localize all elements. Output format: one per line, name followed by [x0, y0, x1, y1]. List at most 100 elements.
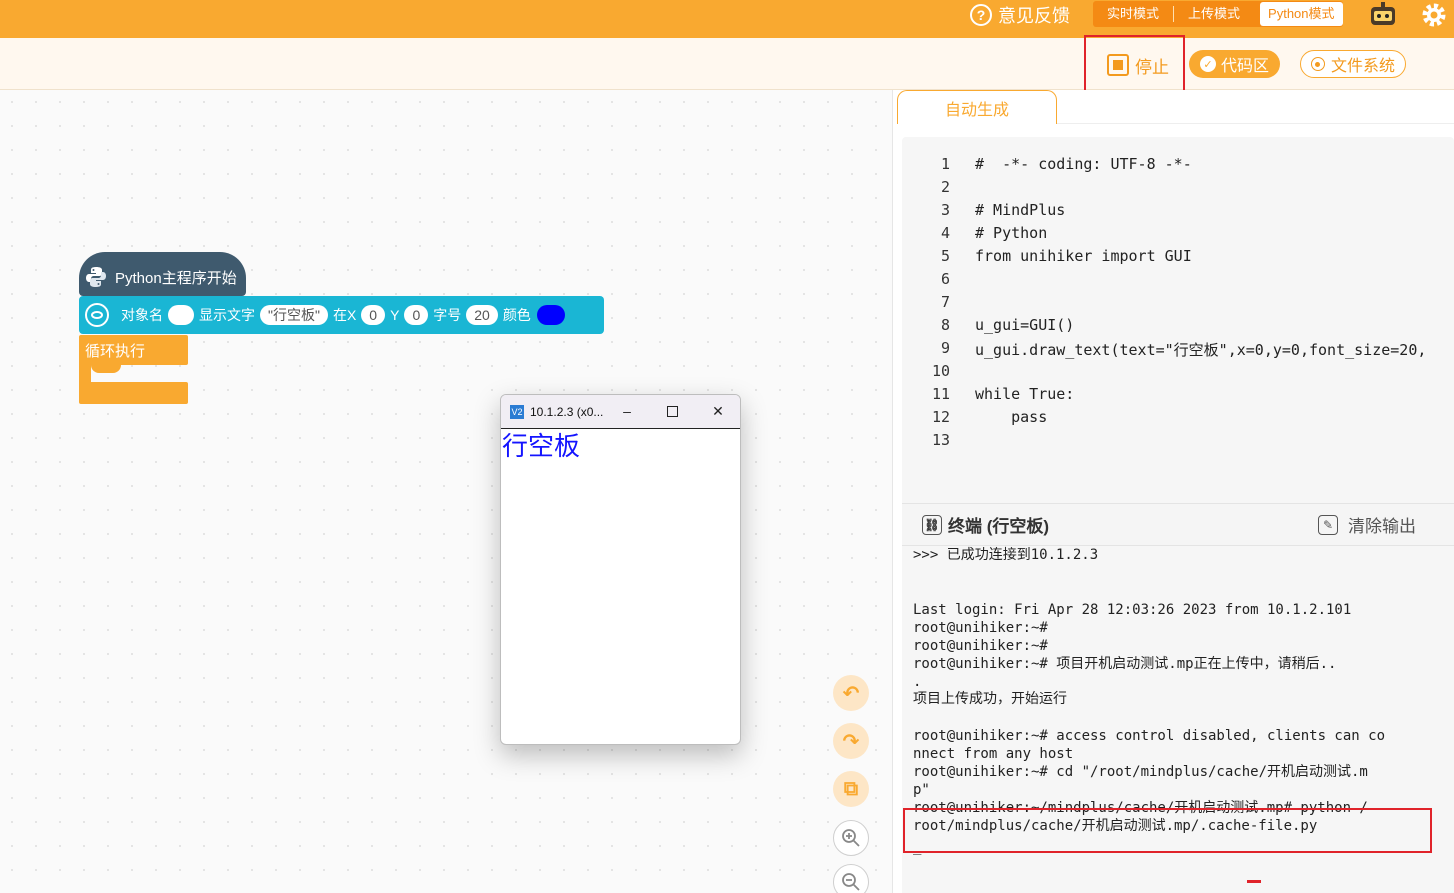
tab-auto-generate[interactable]: 自动生成 — [897, 90, 1057, 124]
y-label: Y — [390, 307, 400, 323]
code-line: # MindPlus — [975, 201, 1066, 219]
maximize-icon[interactable] — [664, 403, 680, 419]
mode-realtime[interactable]: 实时模式 — [1093, 1, 1173, 27]
robot-icon[interactable] — [1369, 1, 1397, 27]
code-line: # -*- coding: UTF-8 -*- — [975, 155, 1192, 173]
terminal-line: root@unihiker:~# 项目开机启动测试.mp正在上传中，请稍后.. — [913, 656, 1337, 672]
right-panel: 自动生成 1 # -*- coding: UTF-8 -*- 2 3 # Min… — [894, 90, 1454, 893]
window-title: 10.1.2.3 (x0... — [530, 404, 604, 419]
python-logo-icon — [86, 267, 106, 287]
close-icon[interactable]: ✕ — [710, 403, 726, 419]
zoom-out-button[interactable] — [833, 864, 869, 893]
terminal-line: Last login: Fri Apr 28 12:03:26 2023 fro… — [913, 602, 1352, 618]
window-content-text: 行空板 — [502, 431, 581, 461]
check-icon: ✓ — [1199, 56, 1216, 72]
line-number: 3 — [940, 201, 950, 219]
terminal-line: nnect from any host — [913, 746, 1074, 762]
line-number: 5 — [940, 247, 950, 265]
code-area-label: 代码区 — [1220, 58, 1269, 75]
python-main-hat-block[interactable]: Python主程序开始 — [79, 252, 246, 296]
loop-block-side — [79, 365, 91, 383]
terminal-line: . — [913, 674, 922, 690]
text-value-input[interactable]: "行空板" — [260, 305, 328, 325]
redo-button[interactable]: ↷ — [833, 723, 869, 759]
line-number: 7 — [940, 293, 950, 311]
terminal-header: ⛓ 终端 (行空板) ✎ 清除输出 — [902, 503, 1454, 546]
zoom-in-button[interactable] — [833, 820, 869, 856]
loop-block-bottom — [79, 382, 188, 404]
line-number: 2 — [940, 178, 950, 196]
feedback-label: 意见反馈 — [998, 6, 1070, 26]
link-icon: ⛓ — [922, 514, 942, 535]
terminal-title: ⛓ 终端 (行空板) — [922, 512, 1049, 537]
line-number: 10 — [931, 362, 950, 380]
text-label: 显示文字 — [199, 307, 255, 323]
obj-name-input[interactable] — [168, 305, 194, 325]
code-area-button[interactable]: ✓ 代码区 — [1189, 50, 1280, 78]
zoom-in-icon — [842, 829, 860, 847]
terminal-line: >>> 已成功连接到10.1.2.3 — [913, 547, 1099, 563]
undo-icon: ↶ — [842, 682, 860, 705]
mode-switcher: 实时模式 上传模式 Python模式 — [1093, 1, 1343, 27]
toolbar: 停止 ✓ 代码区 文件系统 — [0, 38, 1454, 90]
hat-label: Python主程序开始 — [115, 269, 237, 287]
clear-output-button[interactable]: ✎ 清除输出 — [1318, 512, 1416, 537]
tab-underline — [1057, 123, 1454, 124]
y-value-input[interactable]: 0 — [404, 305, 429, 325]
x-value-input[interactable]: 0 — [361, 305, 386, 325]
radio-icon — [1310, 57, 1325, 71]
file-system-button[interactable]: 文件系统 — [1300, 50, 1406, 78]
code-line: u_gui.draw_text(text="行空板",x=0,y=0,font_… — [975, 341, 1427, 359]
red-marker — [1247, 880, 1261, 883]
terminal-line: 项目上传成功，开始运行 — [913, 691, 1067, 707]
loop-label: 循环执行 — [85, 343, 146, 360]
unihiker-gui-icon — [85, 303, 109, 327]
line-number: 13 — [931, 431, 950, 449]
command-highlight-box — [903, 808, 1432, 853]
gear-icon[interactable] — [1420, 1, 1448, 29]
code-line: from unihiker import GUI — [975, 247, 1192, 265]
x-label: 在X — [332, 307, 357, 323]
code-line: pass — [975, 408, 1048, 426]
line-number: 11 — [931, 385, 950, 403]
window-titlebar[interactable]: V2 10.1.2.3 (x0... – ✕ — [501, 395, 740, 429]
terminal-line: root@unihiker:~# — [913, 620, 1048, 636]
terminal-line: root@unihiker:~# — [913, 638, 1048, 654]
terminal-title-label: 终端 (行空板) — [948, 517, 1050, 536]
line-number: 9 — [940, 339, 950, 357]
code-editor[interactable]: 1 # -*- coding: UTF-8 -*- 2 3 # MindPlus… — [902, 137, 1454, 537]
redo-icon: ↷ — [842, 730, 860, 753]
crop-button[interactable]: ⧉ — [833, 771, 869, 807]
terminal-line: root@unihiker:~# access control disabled… — [913, 728, 1386, 744]
size-value-input[interactable]: 20 — [466, 305, 498, 325]
line-number: 1 — [940, 155, 950, 173]
loop-block-notch — [91, 365, 121, 373]
mode-python[interactable]: Python模式 — [1260, 2, 1343, 26]
line-number: 12 — [931, 408, 950, 426]
code-line: while True: — [975, 385, 1075, 403]
file-system-label: 文件系统 — [1330, 58, 1395, 75]
minimize-icon[interactable]: – — [619, 403, 635, 419]
zoom-out-icon — [842, 873, 860, 891]
remote-display-window[interactable]: V2 10.1.2.3 (x0... – ✕ 行空板 — [500, 394, 741, 745]
size-label: 字号 — [433, 307, 462, 323]
terminal-line: root@unihiker:~# cd "/root/mindplus/cach… — [913, 764, 1368, 780]
mode-upload[interactable]: 上传模式 — [1174, 1, 1254, 27]
feedback-button[interactable]: ? 意见反馈 — [970, 2, 1070, 28]
obj-label: 对象名 — [121, 307, 163, 323]
color-label: 颜色 — [502, 307, 531, 323]
question-icon: ? — [970, 4, 992, 26]
stop-highlight-box — [1084, 35, 1185, 96]
draw-text-block[interactable]: 对象名 显示文字 "行空板" 在X 0 Y 0 字号 20 颜色 — [79, 296, 604, 334]
line-number: 6 — [940, 270, 950, 288]
vnc-app-icon: V2 — [510, 404, 524, 419]
top-bar: ? 意见反馈 实时模式 上传模式 Python模式 — [0, 0, 1454, 38]
loop-block[interactable]: 循环执行 — [79, 335, 188, 365]
terminal-line: p" — [913, 782, 930, 798]
code-line: # Python — [975, 224, 1048, 242]
block-workspace[interactable] — [0, 90, 893, 893]
undo-button[interactable]: ↶ — [833, 675, 869, 711]
line-number: 8 — [940, 316, 950, 334]
color-swatch[interactable] — [536, 305, 565, 325]
brush-icon: ✎ — [1318, 514, 1338, 535]
